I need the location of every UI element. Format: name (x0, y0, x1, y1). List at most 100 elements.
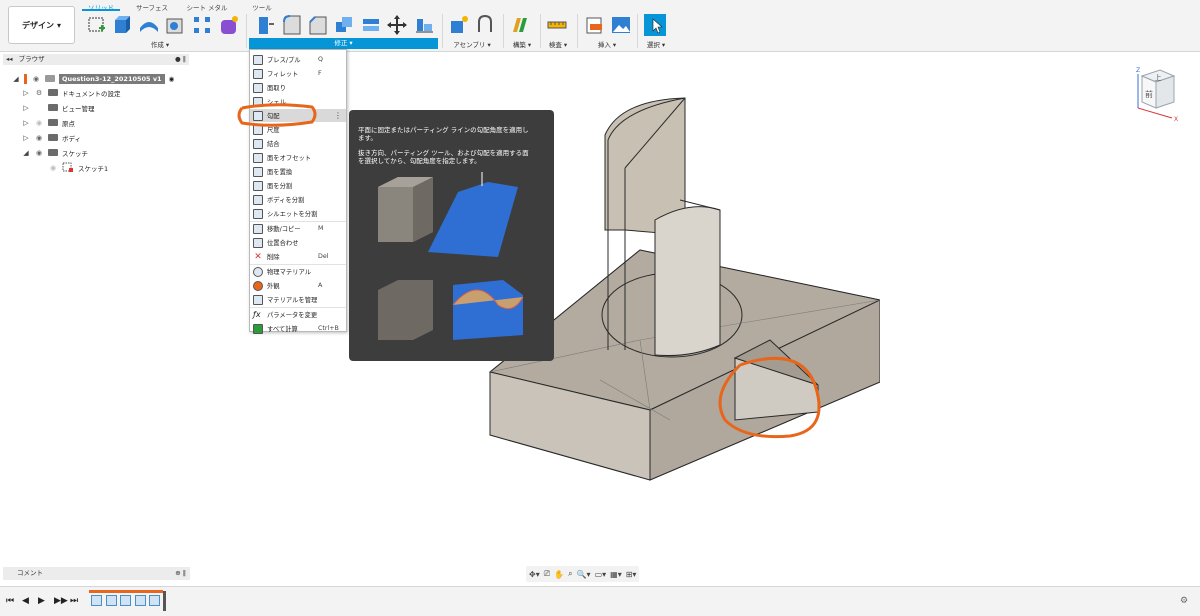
pan-icon[interactable]: ✋ (554, 570, 564, 579)
menu-item-silhouette-split[interactable]: シルエットを分割 (250, 207, 346, 220)
insert-group-label[interactable]: 挿入 ▾ (592, 39, 622, 49)
play-icon[interactable]: ▶ (38, 596, 45, 606)
step-back-icon[interactable]: ◀ (22, 596, 29, 606)
expand-icon[interactable]: ▷ (22, 134, 30, 142)
browser-options-icon[interactable]: ● ‖ (175, 54, 186, 65)
menu-item-move-copy[interactable]: 移動/コピー M (250, 222, 346, 235)
extrude-icon[interactable] (111, 14, 133, 36)
workspace-label: デザイン (21, 20, 54, 30)
align-icon[interactable] (413, 14, 435, 36)
orbit-icon[interactable]: ✥▾ (529, 570, 540, 579)
fillet-icon[interactable] (281, 14, 303, 36)
browser-panel: ◂◂ ブラウザ ● ‖ ◢ ◉ Question3-12_20210505 v1… (0, 54, 190, 178)
assemble-group-label[interactable]: アセンブリ ▾ (452, 39, 492, 49)
timeline-feature[interactable] (106, 595, 117, 606)
toolbar-divider (503, 14, 504, 48)
menu-item-delete[interactable]: ✕ 削除 Del (250, 250, 346, 263)
pattern-icon[interactable] (191, 14, 213, 36)
comments-panel[interactable]: コメント ⊕ ‖ (3, 567, 190, 580)
revolve-icon[interactable] (138, 14, 160, 36)
expand-icon[interactable]: ▷ (22, 104, 30, 112)
chevron-down-icon: ▾ (56, 20, 61, 30)
inspect-group-label[interactable]: 検査 ▾ (544, 39, 572, 49)
form-icon[interactable] (218, 14, 240, 36)
eye-icon[interactable]: ◉ (31, 75, 41, 83)
collapse-icon[interactable]: ◂◂ (6, 55, 13, 63)
combine-icon[interactable] (333, 14, 355, 36)
expand-icon[interactable]: ▷ (22, 119, 30, 127)
menu-item-combine[interactable]: 結合 (250, 137, 346, 150)
press-pull-icon[interactable] (255, 14, 277, 36)
tree-item-origin[interactable]: ▷ ◉ 原点 (22, 116, 75, 129)
menu-item-split-body[interactable]: ボディを分割 (250, 193, 346, 206)
more-options-icon[interactable]: ⋮ (334, 111, 342, 120)
menu-item-press-pull[interactable]: プレス/プル Q (250, 53, 346, 66)
timeline-playhead[interactable] (163, 591, 166, 611)
eye-hidden-icon[interactable]: ◉ (34, 119, 44, 127)
zoom-icon[interactable]: ⌕ (568, 569, 572, 579)
offset-plane-icon[interactable] (509, 14, 531, 36)
timeline-feature[interactable] (149, 595, 160, 606)
menu-item-split-face[interactable]: 面を分割 (250, 179, 346, 192)
create-group-label[interactable]: 作成 ▾ (140, 39, 180, 49)
tab-surface[interactable]: サーフェス (126, 0, 178, 12)
eye-hidden-icon[interactable]: ◉ (48, 164, 58, 172)
inner-cylinder[interactable] (654, 206, 721, 357)
menu-item-appearance[interactable]: 外観 A (250, 279, 346, 292)
new-component-icon[interactable] (448, 14, 470, 36)
joint-icon[interactable] (475, 14, 497, 36)
timeline-feature[interactable] (135, 595, 146, 606)
expand-icon[interactable]: ▷ (22, 89, 30, 97)
eye-icon[interactable]: ◉ (34, 149, 44, 157)
zoom-window-icon[interactable]: 🔍▾ (577, 570, 591, 579)
navigation-bar: ✥▾ ⎚ ✋ ⌕ 🔍▾ ▭▾ ▦▾ ⊞▾ (526, 566, 640, 582)
tree-root[interactable]: ◢ ◉ Question3-12_20210505 v1 ◉ (12, 72, 174, 85)
chamfer-icon[interactable] (307, 14, 329, 36)
tree-item-named-views[interactable]: ▷ ビュー管理 (22, 101, 94, 114)
insert-image-icon[interactable] (610, 14, 632, 36)
tab-tools[interactable]: ツール (240, 0, 284, 12)
eye-icon[interactable]: ◉ (34, 134, 44, 142)
workspace-switcher[interactable]: デザイン ▾ (8, 6, 75, 44)
modify-group-label[interactable]: 修正 ▾ (249, 38, 438, 49)
menu-item-change-parameters[interactable]: ƒx パラメータを変更 (250, 308, 346, 321)
tab-solid[interactable]: ソリッド (82, 0, 120, 12)
menu-item-compute-all[interactable]: すべて計算 Ctrl+B (250, 322, 346, 335)
create-sketch-icon[interactable] (86, 14, 108, 36)
expand-icon[interactable]: ◢ (22, 149, 30, 157)
move-icon[interactable] (386, 14, 408, 36)
menu-item-fillet[interactable]: フィレット F (250, 67, 346, 80)
menu-item-replace-face[interactable]: 面を置換 (250, 165, 346, 178)
timeline-feature[interactable] (120, 595, 131, 606)
select-icon[interactable] (644, 14, 666, 36)
offset-face-icon[interactable] (360, 14, 382, 36)
radio-icon[interactable]: ◉ (169, 75, 175, 83)
step-forward-icon[interactable]: ▶▶ (54, 596, 68, 606)
grid-icon[interactable]: ▦▾ (610, 570, 622, 579)
construct-group-label[interactable]: 構築 ▾ (507, 39, 537, 49)
go-to-end-icon[interactable]: ⏭ (70, 596, 78, 606)
tree-item-document-settings[interactable]: ▷ ⚙ ドキュメントの設定 (22, 86, 120, 99)
expand-icon[interactable]: ◢ (12, 75, 20, 83)
tab-sheet-metal[interactable]: シート メタル (178, 0, 236, 12)
menu-item-align[interactable]: 位置合わせ (250, 236, 346, 249)
timeline-feature-sketch[interactable] (91, 595, 102, 606)
menu-item-manage-materials[interactable]: マテリアルを管理 (250, 293, 346, 306)
display-settings-icon[interactable]: ▭▾ (595, 570, 607, 579)
menu-item-physical-material[interactable]: 物理マテリアル (250, 265, 346, 278)
tree-item-sketches[interactable]: ◢ ◉ スケッチ (22, 146, 88, 159)
go-to-start-icon[interactable]: ⏮ (6, 596, 14, 606)
tree-item-sketch1[interactable]: ◉ スケッチ1 (48, 161, 108, 174)
select-group-label[interactable]: 選択 ▾ (642, 39, 670, 49)
look-at-icon[interactable]: ⎚ (544, 569, 550, 579)
comments-options-icon[interactable]: ⊕ ‖ (175, 567, 186, 580)
view-cube[interactable]: 上 前 Z X (1132, 64, 1180, 122)
measure-icon[interactable] (546, 14, 568, 36)
hole-icon[interactable] (164, 14, 186, 36)
menu-item-offset-face[interactable]: 面をオフセット (250, 151, 346, 164)
insert-derive-icon[interactable] (584, 14, 606, 36)
timeline-settings-icon[interactable]: ⚙ (1180, 596, 1188, 606)
tree-item-bodies[interactable]: ▷ ◉ ボディ (22, 131, 81, 144)
viewports-icon[interactable]: ⊞▾ (626, 570, 637, 579)
menu-item-chamfer[interactable]: 面取り (250, 81, 346, 94)
